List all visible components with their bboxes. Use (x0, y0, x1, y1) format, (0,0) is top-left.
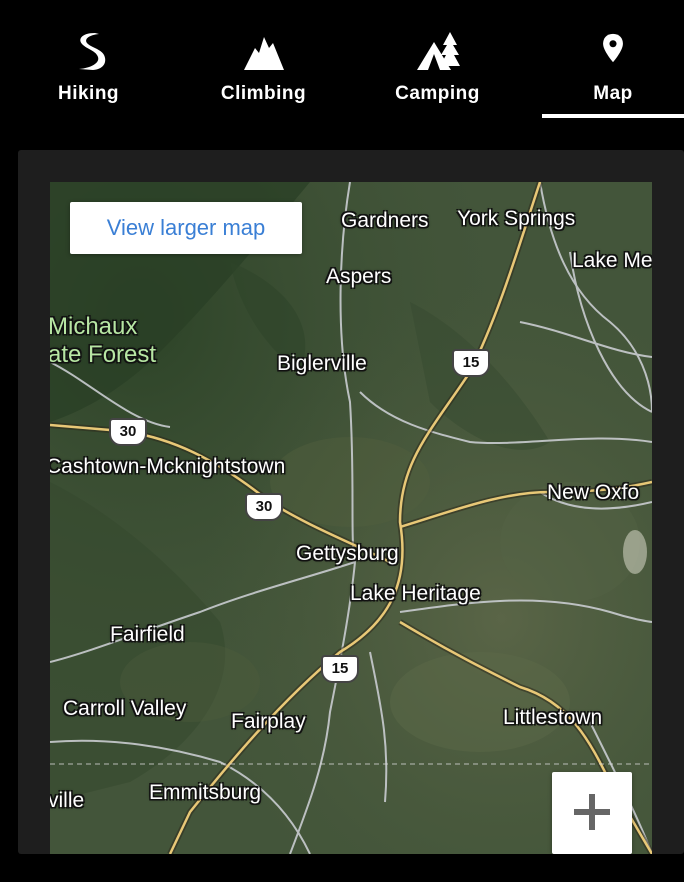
tab-hiking[interactable]: Hiking (3, 0, 174, 120)
place-aspers: Aspers (326, 265, 392, 288)
place-fairfield: Fairfield (110, 623, 185, 646)
mountain-icon (243, 37, 284, 70)
place-york-springs: York Springs (457, 207, 576, 230)
tab-map[interactable]: Map (542, 0, 684, 120)
tab-climbing-label: Climbing (220, 83, 307, 104)
route-shield-us15-south: 15 (321, 655, 359, 683)
map-pin-icon (603, 33, 623, 63)
satellite-map[interactable]: Gardners York Springs Lake Me Aspers Mic… (50, 182, 652, 854)
active-tab-indicator (542, 114, 684, 118)
view-larger-map-link[interactable]: View larger map (70, 202, 302, 254)
tab-hiking-label: Hiking (57, 83, 120, 104)
route-shield-us15-north: 15 (452, 349, 490, 377)
place-cashtown-mcknightstown: Cashtown-Mcknightstown (50, 455, 286, 478)
place-michaux-state-forest-line2: ate Forest (50, 341, 157, 368)
place-littlestown: Littlestown (503, 706, 603, 729)
place-carroll-valley: Carroll Valley (63, 697, 187, 720)
zoom-in-button[interactable] (552, 772, 632, 854)
place-new-oxford: New Oxfo (547, 481, 640, 504)
tent-icon (416, 32, 460, 70)
place-ville: ville (50, 789, 85, 812)
place-michaux-state-forest-line1: Michaux (50, 313, 138, 340)
route-shield-us30-west: 30 (109, 418, 147, 446)
plus-icon-vertical (589, 794, 595, 830)
tab-camping[interactable]: Camping (352, 0, 523, 120)
tab-camping-label: Camping (395, 83, 480, 104)
top-nav: Hiking Climbing Camping Map (0, 0, 684, 120)
place-gardners: Gardners (341, 209, 429, 232)
place-lake-heritage: Lake Heritage (350, 582, 481, 605)
hiking-trail-icon (78, 33, 105, 70)
tab-climbing[interactable]: Climbing (178, 0, 349, 120)
place-biglerville: Biglerville (277, 352, 367, 375)
place-fairplay: Fairplay (231, 710, 306, 733)
route-shield-us30-mid: 30 (245, 493, 283, 521)
place-emmitsburg: Emmitsburg (149, 781, 262, 804)
place-lake-meade: Lake Me (572, 249, 652, 272)
tab-map-label: Map (593, 83, 633, 104)
place-gettysburg: Gettysburg (296, 542, 399, 565)
